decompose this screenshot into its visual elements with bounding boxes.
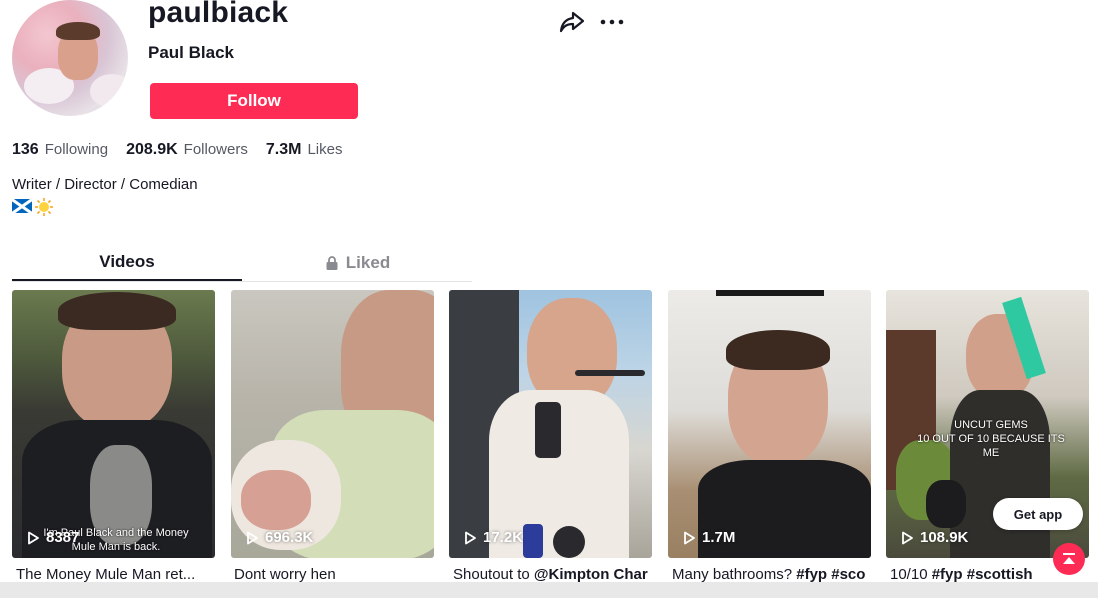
- stat-label: Followers: [183, 141, 248, 158]
- profile-stats: 136 Following 208.9K Followers 7.3M Like…: [12, 141, 360, 159]
- video-thumbnail: [535, 402, 561, 458]
- back-to-top-button[interactable]: [1053, 543, 1085, 575]
- play-icon: [28, 531, 39, 544]
- bio-emoji-row: [12, 197, 54, 217]
- video-views: 696.3K: [245, 529, 313, 546]
- video-caption[interactable]: The Money Mule Man ret...: [16, 566, 219, 583]
- tab-videos[interactable]: Videos: [12, 244, 242, 281]
- caption-text: Shoutout to: [453, 566, 534, 583]
- stat-following[interactable]: 136 Following: [12, 141, 108, 159]
- video-thumbnail: [716, 290, 824, 296]
- caption-text: Many bathrooms?: [672, 566, 797, 583]
- stat-likes: 7.3M Likes: [266, 141, 343, 159]
- video-views: 17.2K: [463, 529, 523, 546]
- lock-icon: [326, 255, 338, 270]
- video-thumbnail: [241, 470, 311, 530]
- stat-followers[interactable]: 208.9K Followers: [126, 141, 248, 159]
- tab-label: Liked: [345, 252, 391, 272]
- avatar-hair: [56, 22, 100, 40]
- views-count: 17.2K: [483, 529, 524, 546]
- avatar-foam: [90, 74, 128, 108]
- caption-text: 10/10: [890, 566, 932, 583]
- stat-value: 208.9K: [126, 141, 178, 158]
- nickname: Paul Black: [148, 43, 234, 62]
- video-views: 8387: [26, 529, 79, 546]
- stat-value: 7.3M: [265, 141, 302, 158]
- video-caption[interactable]: Shoutout to @Kimpton Char: [453, 566, 649, 583]
- video-thumbnail: [926, 480, 966, 528]
- tab-liked[interactable]: Liked: [242, 244, 472, 281]
- video-thumbnail: [58, 292, 176, 330]
- profile-tabs: Videos Liked: [12, 244, 472, 282]
- video-card[interactable]: 1.7M: [668, 290, 871, 558]
- views-count: 108.9K: [920, 529, 969, 546]
- video-overlay-text: UNCUT GEMS 10 OUT OF 10 BECAUSE ITS ME: [917, 419, 1065, 459]
- sun-icon: [35, 198, 53, 216]
- stat-label: Following: [44, 141, 109, 158]
- views-count: 696.3K: [265, 529, 314, 546]
- scotland-flag-icon: [12, 199, 32, 213]
- video-thumbnail: [523, 524, 543, 558]
- play-icon: [902, 531, 913, 544]
- video-card[interactable]: I'm Paul Black and the Money Mule Man is…: [12, 290, 215, 558]
- video-caption[interactable]: Many bathrooms? #fyp #sco: [672, 566, 868, 583]
- avatar[interactable]: [12, 0, 128, 116]
- play-icon: [684, 531, 695, 544]
- share-icon[interactable]: [558, 8, 586, 36]
- video-card[interactable]: 17.2K: [449, 290, 652, 558]
- bio: Writer / Director / Comedian: [12, 176, 198, 193]
- play-icon: [247, 531, 258, 544]
- get-app-button[interactable]: Get app: [993, 498, 1083, 530]
- video-caption[interactable]: 10/10 #fyp #scottish: [890, 566, 1050, 583]
- video-thumbnail: [726, 330, 830, 370]
- video-caption[interactable]: Dont worry hen: [234, 566, 437, 583]
- video-thumbnail: [575, 370, 645, 376]
- caption-hashtags[interactable]: #fyp #scottish: [932, 566, 1033, 583]
- follow-button[interactable]: Follow: [150, 83, 358, 119]
- views-count: 1.7M: [702, 529, 736, 546]
- play-icon: [465, 531, 476, 544]
- stat-label: Likes: [307, 141, 343, 158]
- horizontal-scrollbar[interactable]: [0, 582, 1098, 598]
- video-views: 1.7M: [682, 529, 735, 546]
- back-to-top-icon: [1063, 553, 1075, 564]
- caption-mention[interactable]: @Kimpton Char: [534, 566, 648, 583]
- video-card[interactable]: 696.3K: [231, 290, 434, 558]
- username: paulbiack: [148, 0, 289, 29]
- stat-value: 136: [12, 141, 39, 158]
- more-icon[interactable]: [598, 8, 626, 36]
- views-count: 8387: [46, 529, 80, 546]
- tab-label: Videos: [99, 251, 155, 271]
- video-thumbnail: [553, 526, 585, 558]
- video-views: 108.9K: [900, 529, 968, 546]
- caption-hashtags[interactable]: #fyp #sco: [796, 566, 865, 583]
